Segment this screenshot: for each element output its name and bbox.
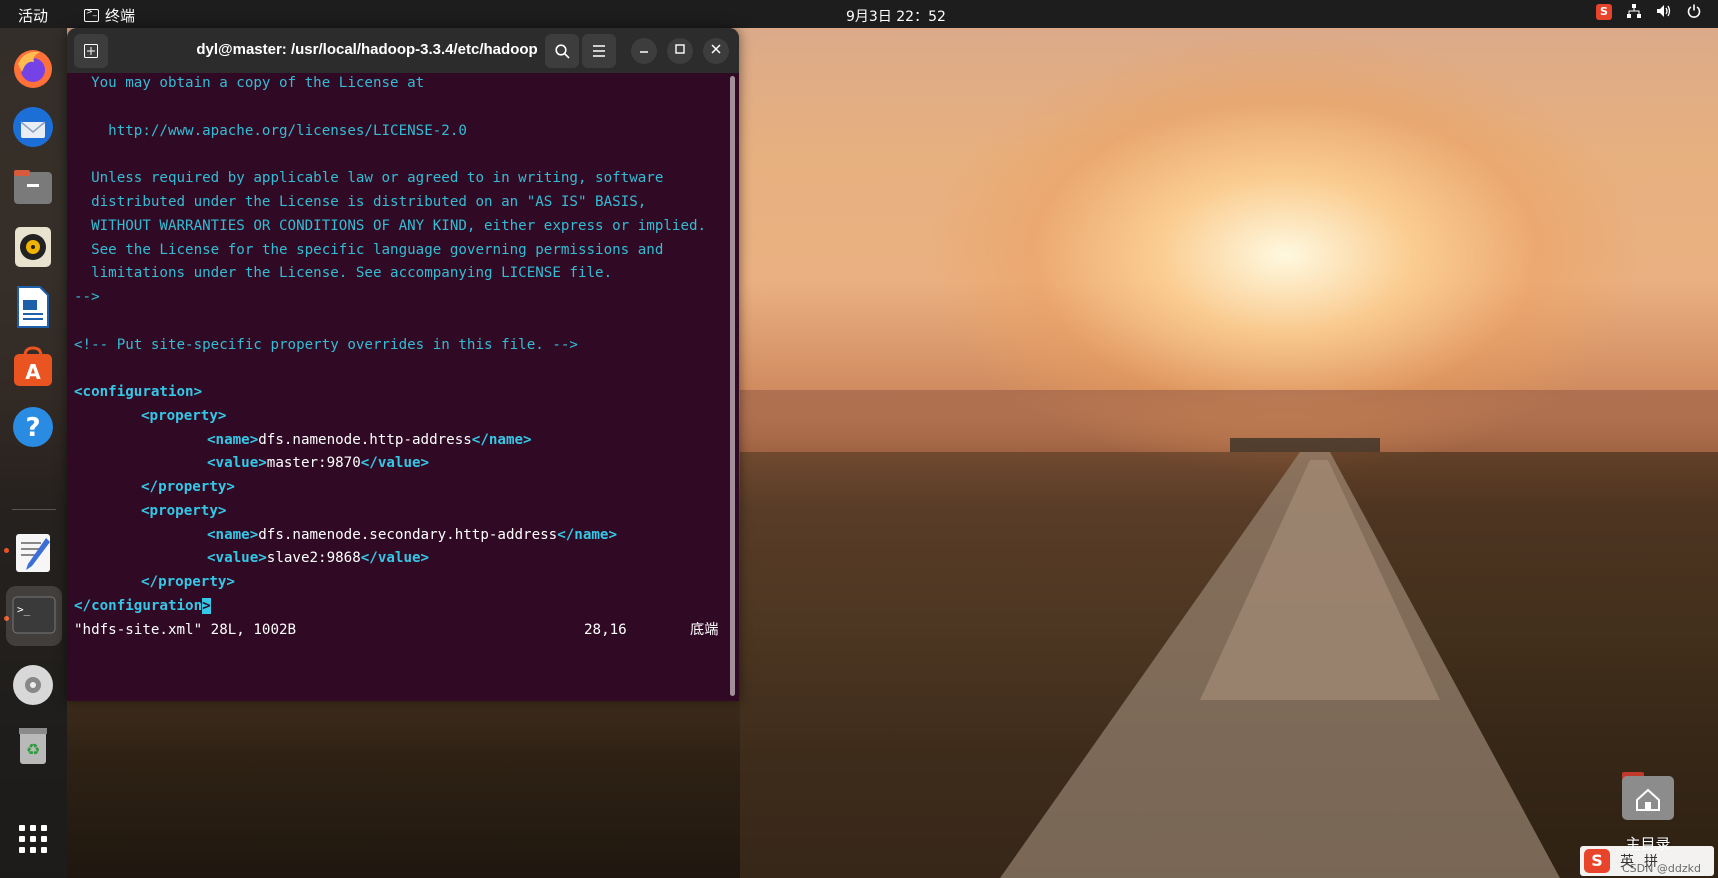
- xml-line: <value>slave2:9868</value>: [207, 545, 429, 571]
- sogou-input-icon[interactable]: S: [1596, 4, 1612, 20]
- vim-status-scroll: 底端: [690, 622, 719, 638]
- search-icon: [554, 44, 570, 59]
- help-launcher[interactable]: ?: [10, 404, 56, 450]
- writer-launcher[interactable]: [10, 284, 56, 330]
- text-line: WITHOUT WARRANTIES OR CONDITIONS OF ANY …: [74, 218, 707, 234]
- close-icon: [711, 44, 721, 54]
- terminal-window[interactable]: dyl@master: /usr/local/hadoop-3.3.4/etc/…: [67, 28, 739, 701]
- firefox-icon: [14, 50, 52, 88]
- files-icon: [14, 170, 52, 204]
- show-apps-button[interactable]: [10, 816, 56, 862]
- system-tray[interactable]: S: [1596, 4, 1702, 20]
- grid-icon: [19, 825, 47, 853]
- xml-tag: </value>: [360, 455, 430, 471]
- dock: A ? >_ ♻: [0, 28, 67, 878]
- xml-text: dfs.namenode.http-address: [258, 432, 472, 448]
- text-editor-icon: [16, 534, 50, 572]
- trash-launcher[interactable]: ♻: [10, 722, 56, 768]
- vim-status-file: "hdfs-site.xml" 28L, 1002B: [74, 622, 297, 638]
- dock-separator: [12, 509, 56, 510]
- xml-line: <property>: [141, 408, 227, 424]
- hamburger-icon: [593, 45, 605, 57]
- watermark: CSDN @ddzkd: [1622, 862, 1701, 875]
- xml-line: <value>master:9870</value>: [207, 450, 429, 476]
- thunderbird-icon: [13, 107, 53, 147]
- text-line: -->: [74, 289, 100, 305]
- libreoffice-writer-icon: [17, 286, 49, 328]
- text-line: distributed under the License is distrib…: [74, 194, 647, 210]
- xml-line: </property>: [141, 479, 235, 495]
- text-line: You may obtain a copy of the License at: [74, 75, 425, 91]
- svg-text:♻: ♻: [26, 740, 40, 759]
- terminal-icon: >_: [12, 596, 56, 634]
- home-folder-icon[interactable]: [1620, 770, 1676, 822]
- svg-text:?: ?: [25, 413, 40, 443]
- svg-text:>_: >_: [17, 603, 31, 616]
- xml-line: </property>: [141, 574, 235, 590]
- app-center-icon: A: [14, 346, 52, 386]
- menu-button[interactable]: [582, 34, 616, 68]
- sogou-logo-icon[interactable]: S: [1584, 849, 1610, 873]
- vim-buffer[interactable]: You may obtain a copy of the License at …: [74, 75, 724, 698]
- activities-button[interactable]: 活动: [18, 5, 48, 26]
- top-bar: 活动 终端 9月3日 22：52 S: [0, 0, 1718, 28]
- trash-icon: ♻: [19, 728, 47, 764]
- running-indicator: [4, 548, 9, 553]
- maximize-icon: [675, 44, 685, 54]
- xml-tag: </name>: [471, 432, 532, 448]
- text-line: limitations under the License. See accom…: [74, 265, 613, 281]
- xml-tag: </value>: [360, 550, 430, 566]
- new-tab-icon: [84, 44, 98, 58]
- app-menu[interactable]: 终端: [84, 5, 135, 26]
- xml-tag: <value>: [207, 455, 267, 471]
- dvd-launcher[interactable]: [10, 662, 56, 708]
- close-button[interactable]: [703, 38, 729, 64]
- minimize-icon: [640, 51, 648, 53]
- clock[interactable]: 9月3日 22：52: [846, 6, 946, 26]
- firefox-launcher[interactable]: [10, 46, 56, 92]
- help-icon: ?: [13, 407, 53, 447]
- files-launcher[interactable]: [10, 164, 56, 210]
- xml-tag: <name>: [207, 527, 259, 543]
- scrollbar[interactable]: [730, 76, 735, 696]
- xml-text: master:9870: [266, 455, 361, 471]
- app-menu-label: 终端: [105, 7, 136, 25]
- terminal-icon: [84, 7, 99, 22]
- xml-tag: <name>: [207, 432, 259, 448]
- xml-line: <property>: [141, 503, 227, 519]
- dvd-icon: [13, 665, 53, 705]
- volume-icon[interactable]: [1656, 4, 1672, 20]
- svg-text:A: A: [25, 360, 41, 384]
- terminal-titlebar[interactable]: dyl@master: /usr/local/hadoop-3.3.4/etc/…: [67, 28, 739, 73]
- rhythmbox-launcher[interactable]: [10, 224, 56, 270]
- minimize-button[interactable]: [631, 38, 657, 64]
- xml-line: </configuration>: [74, 593, 211, 619]
- window-title: dyl@master: /usr/local/hadoop-3.3.4/etc/…: [196, 41, 538, 58]
- new-tab-button[interactable]: [74, 34, 108, 68]
- xml-line: <configuration>: [74, 384, 203, 400]
- xml-text: slave2:9868: [266, 550, 361, 566]
- xml-tag: </configuration: [74, 598, 203, 614]
- xml-tag: <value>: [207, 550, 267, 566]
- maximize-button[interactable]: [667, 38, 693, 64]
- text-line: Unless required by applicable law or agr…: [74, 170, 664, 186]
- xml-text: dfs.namenode.secondary.http-address: [258, 527, 558, 543]
- text-editor-launcher[interactable]: [10, 530, 56, 576]
- xml-tag: </name>: [557, 527, 618, 543]
- search-button[interactable]: [545, 34, 579, 68]
- text-line: <!-- Put site-specific property override…: [74, 337, 578, 353]
- power-icon[interactable]: [1686, 4, 1702, 20]
- rhythmbox-icon: [15, 227, 51, 267]
- text-cursor: >: [202, 598, 211, 614]
- text-line: http://www.apache.org/licenses/LICENSE-2…: [74, 123, 467, 139]
- network-icon[interactable]: [1626, 4, 1642, 20]
- terminal-launcher[interactable]: >_: [6, 586, 62, 646]
- thunderbird-launcher[interactable]: [10, 104, 56, 150]
- app-center-launcher[interactable]: A: [10, 344, 56, 390]
- vim-status-position: 28,16: [584, 622, 627, 638]
